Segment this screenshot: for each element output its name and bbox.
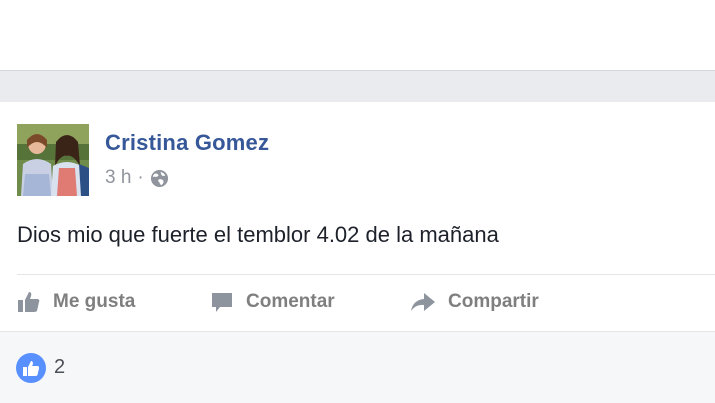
post-card: Cristina Gomez 3 h · Dios mio que fuerte… bbox=[0, 102, 715, 403]
avatar[interactable] bbox=[17, 124, 89, 196]
post-timestamp[interactable]: 3 h bbox=[105, 167, 131, 189]
share-button[interactable]: Compartir bbox=[410, 286, 539, 318]
reactions-bar: 2 bbox=[0, 331, 715, 403]
share-arrow-icon bbox=[410, 290, 448, 314]
like-count[interactable]: 2 bbox=[54, 356, 65, 379]
like-reaction-icon[interactable] bbox=[16, 353, 46, 383]
post-text: Dios mio que fuerte el temblor 4.02 de l… bbox=[17, 222, 499, 247]
meta-separator: · bbox=[137, 167, 144, 188]
like-button[interactable]: Me gusta bbox=[17, 286, 135, 318]
comment-icon bbox=[210, 290, 246, 314]
comment-button-label: Comentar bbox=[246, 291, 335, 312]
author-name-link[interactable]: Cristina Gomez bbox=[105, 130, 269, 156]
actions-divider bbox=[17, 274, 715, 275]
feed-gap bbox=[0, 71, 715, 102]
thumbs-up-icon bbox=[17, 290, 53, 314]
globe-icon[interactable] bbox=[150, 169, 169, 188]
like-button-label: Me gusta bbox=[53, 291, 136, 312]
post-meta: 3 h · bbox=[105, 167, 169, 189]
top-blank-area bbox=[0, 0, 715, 70]
share-button-label: Compartir bbox=[448, 291, 539, 312]
comment-button[interactable]: Comentar bbox=[210, 286, 335, 318]
